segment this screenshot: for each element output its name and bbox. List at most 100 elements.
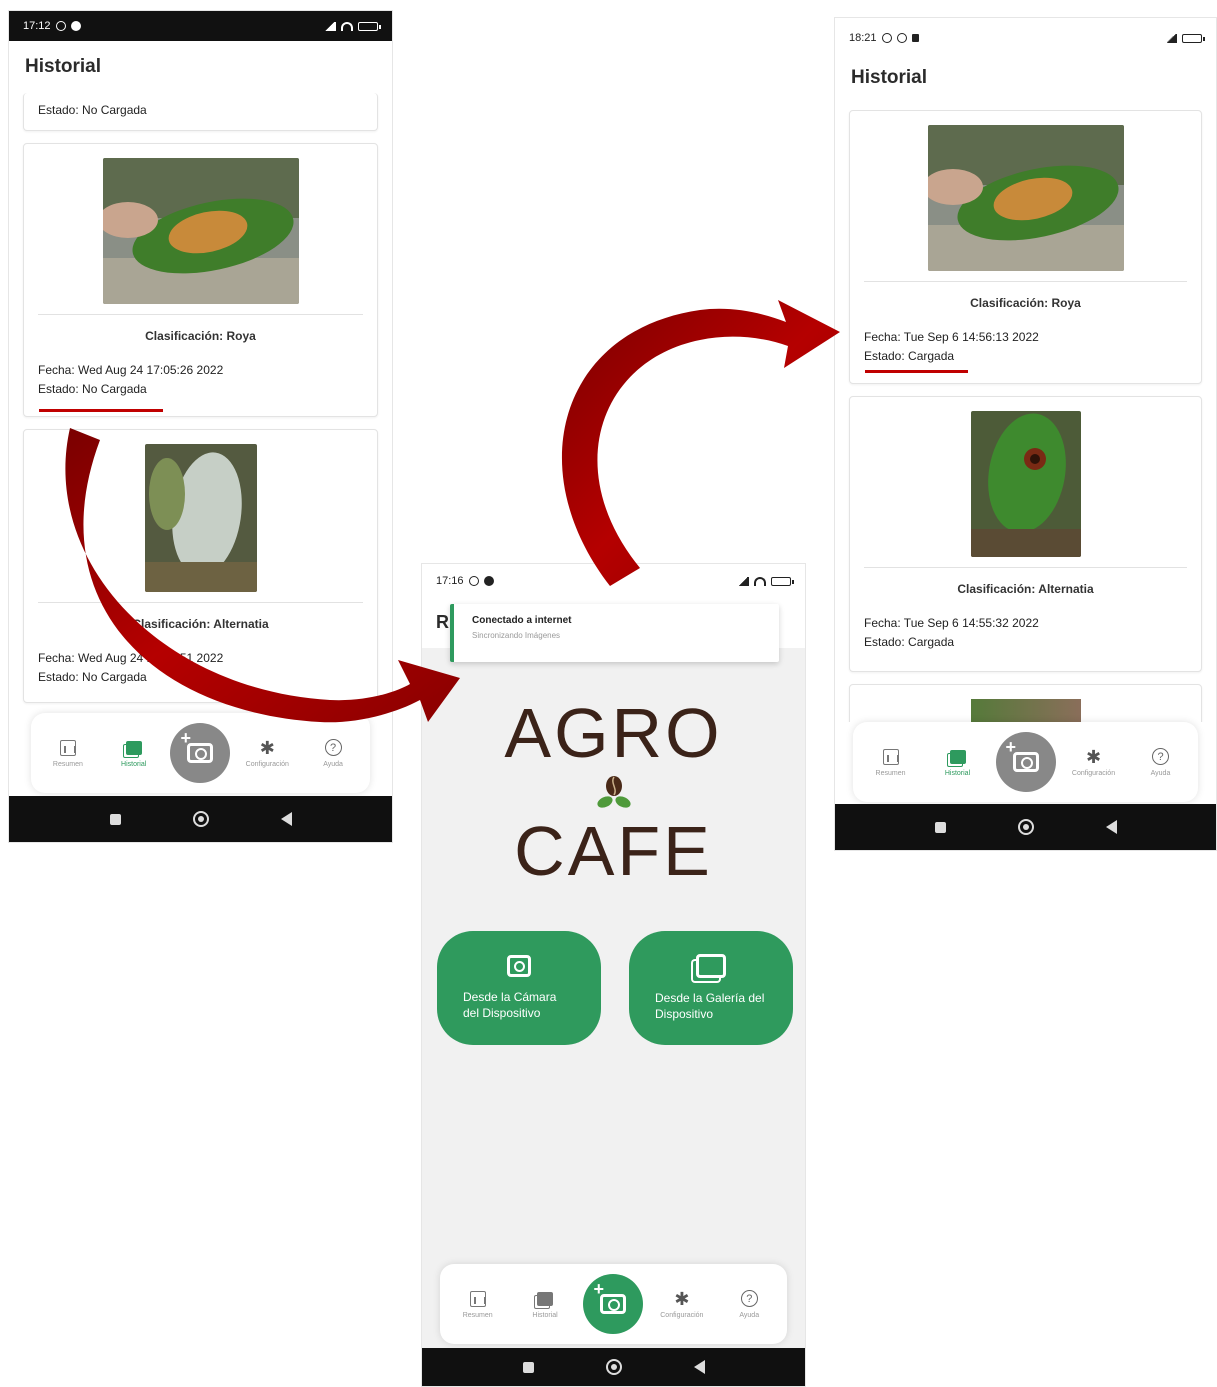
notification-icon	[70, 21, 81, 31]
history-card[interactable]: Clasificación: Roya Fecha: Wed Aug 24 17…	[23, 143, 378, 417]
notification-icon	[483, 576, 494, 586]
card-date: Fecha: Wed Aug 24 17:05:26 2022	[38, 363, 224, 377]
nav-historial[interactable]: Historial	[929, 748, 987, 777]
card-status: Estado: Cargada	[864, 349, 955, 363]
card-status: Estado: No Cargada	[38, 382, 147, 396]
home-nav-icon[interactable]	[192, 811, 209, 827]
gallery-icon	[949, 749, 966, 764]
nav-resumen[interactable]: Resumen	[862, 748, 920, 777]
alarm-icon	[881, 33, 892, 43]
battery-icon	[1182, 33, 1205, 43]
leaf-photo-alternatia[interactable]	[970, 411, 1081, 557]
status-time: 17:16	[436, 575, 464, 587]
card-date: Fecha: Tue Sep 6 14:56:13 2022	[864, 330, 1039, 344]
wifi-icon	[754, 576, 766, 586]
page-title: Historial	[851, 67, 928, 88]
camera-icon	[507, 955, 531, 977]
status-underline	[865, 370, 968, 373]
nav-ayuda[interactable]: ? Ayuda	[304, 739, 362, 768]
whatsapp-icon	[896, 33, 907, 43]
card-date: Fecha: Tue Sep 6 14:55:32 2022	[864, 616, 1039, 630]
camera-source-button[interactable]: Desde la Cámara del Dispositivo	[437, 931, 601, 1045]
nav-ayuda[interactable]: ? Ayuda	[720, 1290, 778, 1319]
status-underline	[39, 409, 163, 412]
chart-icon	[59, 739, 76, 756]
gear-icon: ✱	[1085, 746, 1102, 767]
system-navigation-bar	[835, 804, 1216, 850]
leaf-photo-roya[interactable]	[927, 125, 1124, 271]
nav-configuracion[interactable]: ✱ Configuración	[1065, 748, 1123, 777]
status-time: 18:21	[849, 32, 877, 44]
square-nav-icon[interactable]	[522, 1361, 534, 1373]
card-status: Estado: No Cargada	[38, 670, 147, 684]
help-icon: ?	[324, 739, 342, 756]
card-classification: Clasificación: Roya	[145, 329, 256, 343]
gear-icon: ✱	[674, 1288, 690, 1309]
status-bar: 17:12	[9, 11, 392, 41]
alarm-icon	[468, 576, 479, 586]
square-nav-icon[interactable]	[109, 813, 121, 825]
help-icon: ?	[740, 1290, 758, 1307]
leaf-photo-alternatia[interactable]	[144, 444, 257, 592]
card-classification: Clasificación: Alternatia	[957, 582, 1094, 596]
nav-historial[interactable]: Historial	[105, 739, 163, 768]
history-card[interactable]	[849, 684, 1202, 722]
camera-icon	[600, 1294, 627, 1314]
battery-icon	[771, 576, 794, 586]
logo-line-cafe: CAFE	[514, 812, 713, 890]
nav-configuracion[interactable]: ✱ Configuración	[238, 739, 296, 768]
nav-configuracion[interactable]: ✱ Configuración	[653, 1290, 711, 1319]
history-feed[interactable]: Estado: No Cargada Clasificación: Roya F…	[9, 93, 392, 721]
gallery-icon	[125, 740, 142, 755]
gallery-source-button[interactable]: Desde la Galería del Dispositivo	[629, 931, 793, 1045]
nav-ayuda[interactable]: ? Ayuda	[1132, 748, 1190, 777]
middle-phone-screen: 17:16 R Conectado a internet Sincronizan…	[421, 563, 806, 1387]
leaf-photo-partial[interactable]	[970, 699, 1081, 722]
camera-fab-button[interactable]: +	[995, 732, 1056, 792]
history-card[interactable]: Clasificación: Roya Fecha: Tue Sep 6 14:…	[849, 110, 1202, 384]
battery-icon	[358, 21, 381, 31]
notification-icon	[911, 34, 919, 42]
agrocafe-logo: AGRO CAFE	[422, 696, 805, 888]
chart-icon	[882, 748, 899, 765]
connection-toast[interactable]: Conectado a internet Sincronizando Imáge…	[450, 604, 779, 662]
back-nav-icon[interactable]	[693, 1360, 705, 1374]
system-navigation-bar	[422, 1348, 805, 1386]
signal-icon	[737, 576, 749, 586]
gallery-icon	[537, 1291, 554, 1306]
card-classification: Clasificación: Alternatia	[132, 617, 269, 631]
history-card[interactable]: Estado: No Cargada	[23, 93, 378, 131]
home-nav-icon[interactable]	[1017, 819, 1034, 835]
card-date: Fecha: Wed Aug 24 17:03:51 2022	[38, 651, 224, 665]
coffee-bean-icon	[596, 776, 631, 808]
nav-resumen[interactable]: Resumen	[449, 1290, 507, 1319]
status-bar: 17:16	[422, 564, 805, 598]
card-status: Estado: Cargada	[864, 635, 955, 649]
camera-fab-button[interactable]: +	[583, 1274, 644, 1334]
bottom-navigation: Resumen Historial + ✱ Configuración ? Ayud…	[31, 713, 370, 793]
home-nav-icon[interactable]	[605, 1359, 622, 1375]
square-nav-icon[interactable]	[934, 821, 946, 833]
page-title: R	[436, 612, 449, 632]
history-feed[interactable]: Clasificación: Roya Fecha: Tue Sep 6 14:…	[835, 110, 1216, 722]
camera-icon	[187, 743, 214, 763]
gear-icon: ✱	[259, 737, 275, 758]
camera-button-label: Desde la Cámara del Dispositivo	[463, 990, 557, 1020]
back-nav-icon[interactable]	[280, 812, 292, 826]
history-card[interactable]: Clasificación: Alternatia Fecha: Tue Sep…	[849, 396, 1202, 672]
leaf-photo-roya[interactable]	[102, 158, 299, 304]
wifi-icon	[341, 21, 353, 31]
camera-icon	[1012, 752, 1039, 772]
left-phone-screen: 17:12 Historial Estado: No Cargada Clasi…	[8, 10, 393, 843]
nav-resumen[interactable]: Resumen	[39, 739, 97, 768]
logo-line-agro: AGRO	[504, 694, 723, 772]
toast-title: Conectado a internet	[472, 615, 572, 626]
bottom-navigation: Resumen Historial + ✱ Configuración ? Ayud…	[440, 1264, 787, 1344]
history-card[interactable]: Clasificación: Alternatia Fecha: Wed Aug…	[23, 429, 378, 703]
help-icon: ?	[1152, 748, 1169, 765]
nav-historial[interactable]: Historial	[516, 1290, 574, 1319]
back-nav-icon[interactable]	[1105, 820, 1117, 834]
signal-icon	[1165, 33, 1177, 43]
page-title: Historial	[25, 56, 102, 77]
camera-fab-button[interactable]: +	[170, 723, 231, 783]
